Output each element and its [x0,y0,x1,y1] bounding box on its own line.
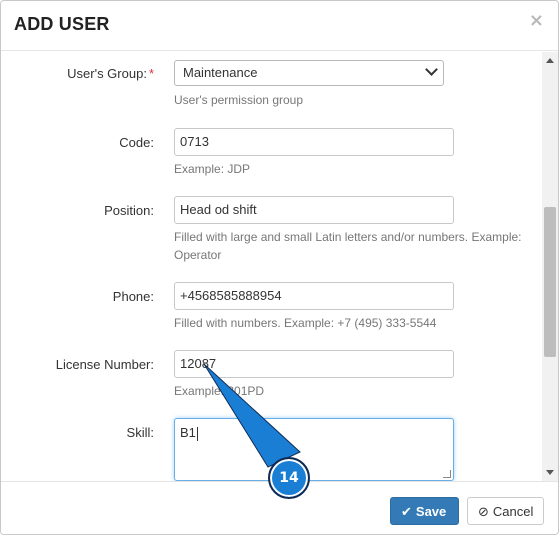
cancel-button[interactable]: ⊘ Cancel [467,497,544,525]
scrollbar[interactable] [542,52,558,481]
position-help: Filled with large and small Latin letter… [174,230,522,262]
close-icon[interactable]: × [529,10,544,31]
form-row-phone: Phone: +4568585888954 Filled with number… [1,282,542,342]
code-help: Example: JDP [174,162,251,176]
users-group-selected-value: Maintenance [183,65,258,80]
form-row-position: Position: Head od shift Filled with larg… [1,196,542,276]
required-mark: * [148,66,154,81]
position-label: Position: [104,203,154,218]
phone-input[interactable]: +4568585888954 [174,282,454,310]
form-row-users-group: User's Group: * Maintenance User's permis… [1,60,542,120]
save-button-label: Save [415,504,447,519]
resize-handle-icon[interactable] [443,470,451,478]
cancel-button-label: Cancel [492,504,534,519]
code-label: Code: [119,135,154,150]
modal-body: User's Group: * Maintenance User's permis… [1,52,542,481]
license-number-label: License Number: [55,357,154,372]
form-row-code: Code: 0713 Example: JDP [1,128,542,188]
scroll-down-arrow-icon[interactable] [546,470,554,475]
form-row-license-number: License Number: 12087 Example: 201PD [1,350,542,410]
skill-textarea[interactable]: B1 [174,418,454,481]
callout-badge: 14 [268,457,310,499]
ban-icon: ⊘ [478,505,489,520]
position-input[interactable]: Head od shift [174,196,454,224]
chevron-down-icon [425,63,438,76]
phone-label: Phone: [112,289,154,304]
scroll-up-arrow-icon[interactable] [546,58,554,63]
check-icon: ✔ [401,505,412,520]
users-group-help: User's permission group [174,93,304,107]
modal-title: ADD USER [14,14,110,34]
license-number-input[interactable]: 12087 [174,350,454,378]
phone-help: Filled with numbers. Example: +7 (495) 3… [174,316,437,330]
code-input[interactable]: 0713 [174,128,454,156]
users-group-label: User's Group: * [67,66,154,81]
license-number-help: Example: 201PD [174,384,265,398]
add-user-modal: ADD USER × User's Group: * Maintenance Us… [0,0,559,535]
scrollbar-thumb[interactable] [544,207,556,357]
users-group-select[interactable]: Maintenance [174,60,444,86]
text-caret [196,426,198,441]
save-button[interactable]: ✔ Save [390,497,459,525]
skill-value: B1 [180,425,196,440]
modal-header: ADD USER × [1,1,558,51]
skill-label: Skill: [126,425,154,440]
